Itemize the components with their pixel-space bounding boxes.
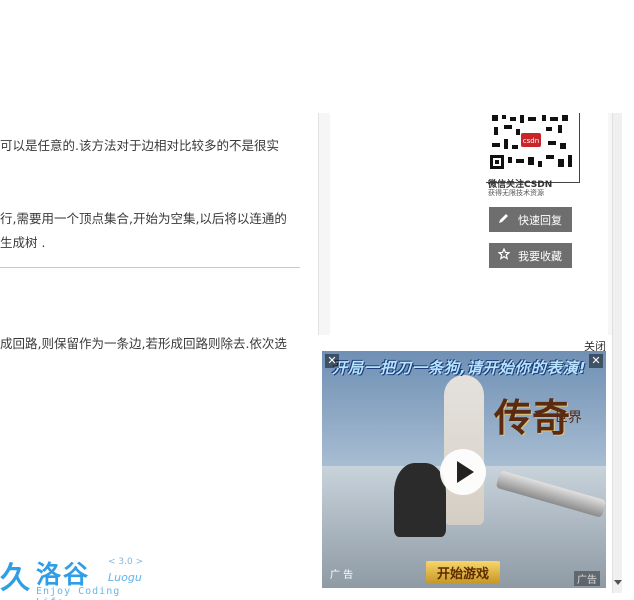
article-line-4: 成回路,则保留作为一条边,若形成回路则除去.依次选 [0,336,287,351]
pencil-icon [498,212,510,227]
luogu-logo: 久 洛谷 < 3.0 > Luogu Enjoy Coding Life [0,553,150,600]
ad-label: 广 告 [330,570,354,581]
luogu-name-en: Luogu [108,571,142,584]
luogu-version: < 3.0 > [108,557,144,567]
star-icon [497,247,511,263]
qr-subcaption: 获得无限技术资源 [488,189,544,197]
article-line-2: 行,需要用一个顶点集合,开始为空集,以后将以连通的 [0,211,287,226]
ad-label-corner: 广告 [574,571,600,586]
favorite-label: 我要收藏 [518,249,562,263]
ad-game-logo-sub: 世界 [554,410,582,426]
luogu-tagline: Enjoy Coding Life [36,586,121,600]
favorite-button[interactable]: 我要收藏 [489,243,572,268]
play-icon [457,461,474,483]
page-scrollbar[interactable] [612,113,622,593]
article-line-3: 生成树 . [0,235,46,250]
article-line-1: 可以是任意的.该方法对于边相对比较多的不是很实 [0,138,279,153]
luogu-glyph: 久 [0,561,30,596]
close-icon[interactable]: ✕ [589,354,603,368]
play-button[interactable] [440,449,486,495]
ad-wolf [394,463,446,537]
quick-reply-label: 快速回复 [518,213,562,227]
svg-text:csdn: csdn [523,137,539,145]
scroll-down-icon[interactable] [614,580,622,585]
start-game-button[interactable]: 开始游戏 [426,561,500,583]
close-icon[interactable]: ✕ [325,354,339,368]
qr-code: csdn [488,113,574,173]
section-divider [0,267,300,268]
quick-reply-button[interactable]: 快速回复 [489,207,572,232]
ad-banner-text: 开局一把刀一条狗,请开始你的表演! [332,359,587,377]
video-ad[interactable]: 开局一把刀一条狗,请开始你的表演! 传奇 世界 开始游戏 广 告 广告 ✕ ✕ [322,351,606,588]
